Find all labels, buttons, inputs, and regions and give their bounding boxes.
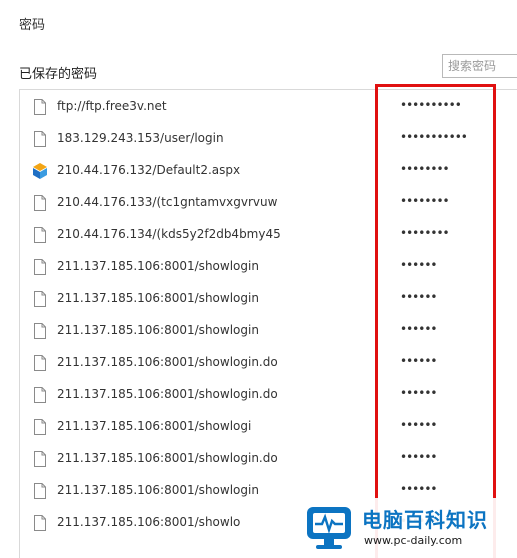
row-password: •••••••• bbox=[400, 162, 450, 176]
row-password: •••••••• bbox=[400, 194, 450, 208]
row-password: •••••• bbox=[400, 450, 437, 464]
page-icon bbox=[32, 98, 48, 116]
monitor-logo-icon bbox=[307, 507, 351, 549]
password-row[interactable]: ftp://ftp.free3v.net •••••••••• bbox=[20, 91, 517, 123]
password-row[interactable]: 210.44.176.133/(tc1gntamvxgvrvuw •••••••• bbox=[20, 187, 517, 219]
row-password: •••••• bbox=[400, 354, 437, 368]
row-site: 211.137.185.106:8001/showlogin bbox=[57, 291, 259, 305]
password-row[interactable]: 210.44.176.134/(kds5y2f2db4bmy45 •••••••• bbox=[20, 219, 517, 251]
page-icon bbox=[32, 290, 48, 308]
row-site: 183.129.243.153/user/login bbox=[57, 131, 224, 145]
row-password: •••••• bbox=[400, 418, 437, 432]
row-site: 211.137.185.106:8001/showlogin.do bbox=[57, 355, 278, 369]
password-row[interactable]: 211.137.185.106:8001/showlogin.do •••••• bbox=[20, 347, 517, 379]
watermark-url: www.pc-daily.com bbox=[364, 534, 463, 547]
password-list: ftp://ftp.free3v.net •••••••••• 183.129.24… bbox=[19, 89, 517, 558]
page-icon bbox=[32, 418, 48, 436]
password-row[interactable]: 211.137.185.106:8001/showlogin •••••• bbox=[20, 283, 517, 315]
page-icon bbox=[32, 226, 48, 244]
password-row[interactable]: 211.137.185.106:8001/showlogi •••••• bbox=[20, 411, 517, 443]
page-icon bbox=[32, 322, 48, 340]
site-logo-icon bbox=[32, 162, 48, 180]
password-row[interactable]: 210.44.176.132/Default2.aspx •••••••• bbox=[20, 155, 517, 187]
password-row[interactable]: 211.137.185.106:8001/showlogin.do •••••• bbox=[20, 443, 517, 475]
row-password: ••••••••••• bbox=[400, 130, 468, 144]
row-site: 210.44.176.134/(kds5y2f2db4bmy45 bbox=[57, 227, 281, 241]
page-icon bbox=[32, 194, 48, 212]
page-icon bbox=[32, 450, 48, 468]
row-password: •••••••• bbox=[400, 226, 450, 240]
watermark-name: 电脑百科知识 bbox=[362, 508, 488, 532]
page-icon bbox=[32, 514, 48, 532]
row-password: •••••••••• bbox=[400, 98, 462, 112]
password-row[interactable]: 211.137.185.106:8001/showlogin •••••• bbox=[20, 251, 517, 283]
row-password: •••••• bbox=[400, 290, 437, 304]
page-icon bbox=[32, 258, 48, 276]
page-icon bbox=[32, 130, 48, 148]
search-input[interactable] bbox=[442, 54, 517, 78]
row-site: 211.137.185.106:8001/showlogi bbox=[57, 419, 252, 433]
row-password: •••••• bbox=[400, 386, 437, 400]
row-site: 211.137.185.106:8001/showlogin bbox=[57, 259, 259, 273]
dialog-title: 密码 bbox=[19, 18, 46, 33]
watermark: 电脑百科知识 www.pc-daily.com bbox=[300, 498, 517, 558]
password-row[interactable]: 211.137.185.106:8001/showlogin •••••• bbox=[20, 315, 517, 347]
password-row[interactable]: 211.137.185.106:8001/showlogin.do •••••• bbox=[20, 379, 517, 411]
page-icon bbox=[32, 482, 48, 500]
row-site: 211.137.185.106:8001/showlo bbox=[57, 515, 241, 529]
row-site: 210.44.176.132/Default2.aspx bbox=[57, 163, 241, 177]
row-site: 211.137.185.106:8001/showlogin bbox=[57, 323, 259, 337]
row-site: 211.137.185.106:8001/showlogin.do bbox=[57, 387, 278, 401]
row-site: ftp://ftp.free3v.net bbox=[57, 99, 167, 113]
page-icon bbox=[32, 386, 48, 404]
row-site: 211.137.185.106:8001/showlogin bbox=[57, 483, 259, 497]
row-password: •••••• bbox=[400, 258, 437, 272]
section-title: 已保存的密码 bbox=[19, 67, 98, 82]
row-password: •••••• bbox=[400, 322, 437, 336]
row-site: 210.44.176.133/(tc1gntamvxgvrvuw bbox=[57, 195, 278, 209]
password-row[interactable]: 183.129.243.153/user/login ••••••••••• bbox=[20, 123, 517, 155]
row-site: 211.137.185.106:8001/showlogin.do bbox=[57, 451, 278, 465]
row-password: •••••• bbox=[400, 482, 437, 496]
page-icon bbox=[32, 354, 48, 372]
